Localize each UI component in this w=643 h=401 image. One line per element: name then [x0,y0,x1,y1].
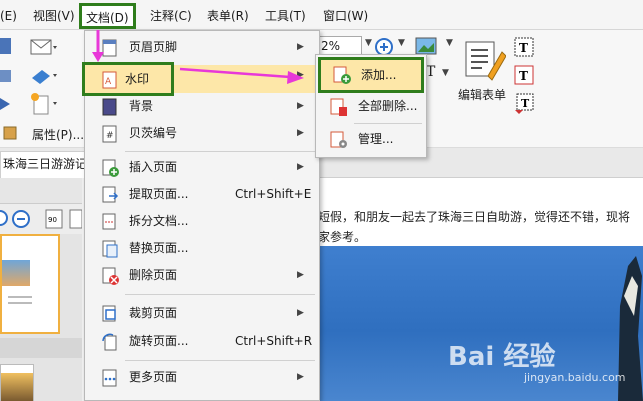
bates-numbering-icon: # [102,125,117,143]
svg-text:#: # [106,131,114,141]
menu-item-split-document[interactable]: 拆分文档... [85,208,319,235]
zoom-out-partial-icon[interactable] [0,208,8,228]
document-text-line: 短假，和朋友一起去了珠海三日自助游，觉得还不错，现将 [318,210,631,224]
menu-item-replace-pages[interactable]: 替换页面... [85,235,319,262]
rotate-right-icon[interactable] [68,208,82,230]
zoom-out-icon[interactable] [10,208,32,230]
zoom-in-dropdown-icon[interactable]: ▼ [398,38,405,48]
page-thumbnail[interactable] [0,234,60,334]
thumbnail-panel [0,234,82,401]
menu-window[interactable]: 窗口(W) [323,6,368,26]
menu-item-watermark[interactable]: A 水印 [82,62,174,96]
header-footer-icon [102,39,117,57]
menu-separator [354,123,422,124]
tool-icon[interactable] [0,94,14,114]
document-page: 短假，和朋友一起去了珠海三日自助游，觉得还不错，现将 家参考。 Bai 经验 j… [318,178,643,401]
menu-item-crop-pages[interactable]: 裁剪页面 ▶ [85,300,319,327]
menu-separator [125,360,315,361]
text-dropdown-icon[interactable]: ▼ [442,68,449,78]
menu-item-background[interactable]: 背景 ▶ [85,93,319,120]
edit-form-label[interactable]: 编辑表单 [458,86,506,103]
menu-document[interactable]: 文档(D) [79,3,136,29]
document-text-line: 家参考。 [318,230,367,244]
svg-text:T: T [521,97,530,110]
new-doc-icon[interactable] [30,92,58,116]
menu-item-header-footer[interactable]: 页眉页脚 ▶ [85,34,319,61]
submenu-arrow-icon: ▶ [297,270,304,280]
split-document-icon [102,213,116,230]
email-icon[interactable] [30,38,58,58]
print-icon[interactable] [0,66,12,86]
submenu-arrow-icon: ▶ [297,42,304,52]
watermark-submenu: 添加... 全部删除... 管理... [315,54,427,158]
svg-text:T: T [519,69,528,83]
menu-item-more-pages[interactable]: 更多页面 ▶ [85,364,319,391]
extract-page-icon [102,186,119,203]
submenu-arrow-icon: ▶ [297,70,304,80]
text-down-icon[interactable]: T [513,92,535,116]
text-tool-icon[interactable]: T [426,64,435,80]
menu-item-insert-pages[interactable]: 插入页面 ▶ [85,154,319,181]
svg-text:90: 90 [48,216,57,224]
menu-shortcut: Ctrl+Shift+E [235,187,312,201]
background-icon [102,98,117,116]
submenu-arrow-icon: ▶ [297,128,304,138]
insert-page-icon [102,159,119,177]
watermark-url: jingyan.baidu.com [524,371,626,384]
remove-watermark-icon [330,98,347,116]
menu-separator [125,151,315,152]
svg-text:A: A [105,77,112,87]
menu-item-remove-all-watermarks[interactable]: 全部删除... [316,93,426,120]
watermark-text: Bai 经验 [448,342,556,372]
menu-separator [125,294,315,295]
more-pages-icon [102,369,117,387]
menu-item-bates-numbering[interactable]: # 贝茨编号 ▶ [85,120,319,147]
submenu-arrow-icon: ▶ [297,162,304,172]
properties-icon [3,126,17,140]
menu-item-rotate-pages[interactable]: 旋转页面... Ctrl+Shift+R [85,328,319,355]
tab-document[interactable]: 珠海三日游游记 [0,151,90,178]
image-dropdown-icon[interactable]: ▼ [446,38,453,48]
submenu-arrow-icon: ▶ [297,101,304,111]
menu-item-extract-pages[interactable]: 提取页面... Ctrl+Shift+E [85,181,319,208]
text-box-icon[interactable]: T [513,64,535,86]
menu-shortcut: Ctrl+Shift+R [235,334,313,348]
rotate-90-icon[interactable]: 90 [44,208,64,230]
replace-page-icon [102,240,118,258]
zoom-input[interactable]: 2% [318,36,362,56]
add-watermark-icon [333,66,351,84]
rotate-page-icon [102,333,117,351]
menu-comment[interactable]: 注释(C) [150,6,192,26]
menu-item-add-watermark[interactable]: 添加... [318,57,424,93]
zoom-dropdown-icon[interactable]: ▼ [365,38,372,48]
page-thumbnail[interactable] [0,364,34,401]
svg-text:T: T [519,41,528,55]
save-icon[interactable] [0,36,12,56]
submenu-arrow-icon: ▶ [297,372,304,382]
menu-edit[interactable]: (E) [0,6,17,26]
menu-view[interactable]: 视图(V) [33,6,75,26]
edit-form-icon[interactable] [462,38,506,82]
menu-bar: (E) 视图(V) 文档(D) 注释(C) 表单(R) 工具(T) 窗口(W) [0,0,643,30]
watermark-icon: A [102,71,117,89]
menu-item-manage-watermarks[interactable]: 管理... [316,126,426,153]
manage-watermark-icon [330,131,347,148]
eraser-icon[interactable] [30,66,58,86]
document-menu: 页眉页脚 ▶ A 水印 ▶ 背景 ▶ # 贝茨编号 ▶ 插入页面 ▶ 提取页面.… [82,30,320,401]
properties-button[interactable]: 属性(P)... [32,126,84,143]
text-field-icon[interactable]: T [513,36,535,58]
crop-page-icon [102,305,116,322]
view-toolbar: 90 [0,178,82,234]
delete-page-icon [102,267,119,285]
menu-tools[interactable]: 工具(T) [265,6,306,26]
document-photo: Bai 经验 jingyan.baidu.com [318,246,643,401]
menu-form[interactable]: 表单(R) [207,6,249,26]
submenu-arrow-icon: ▶ [297,308,304,318]
menu-item-delete-pages[interactable]: 删除页面 ▶ [85,262,319,289]
